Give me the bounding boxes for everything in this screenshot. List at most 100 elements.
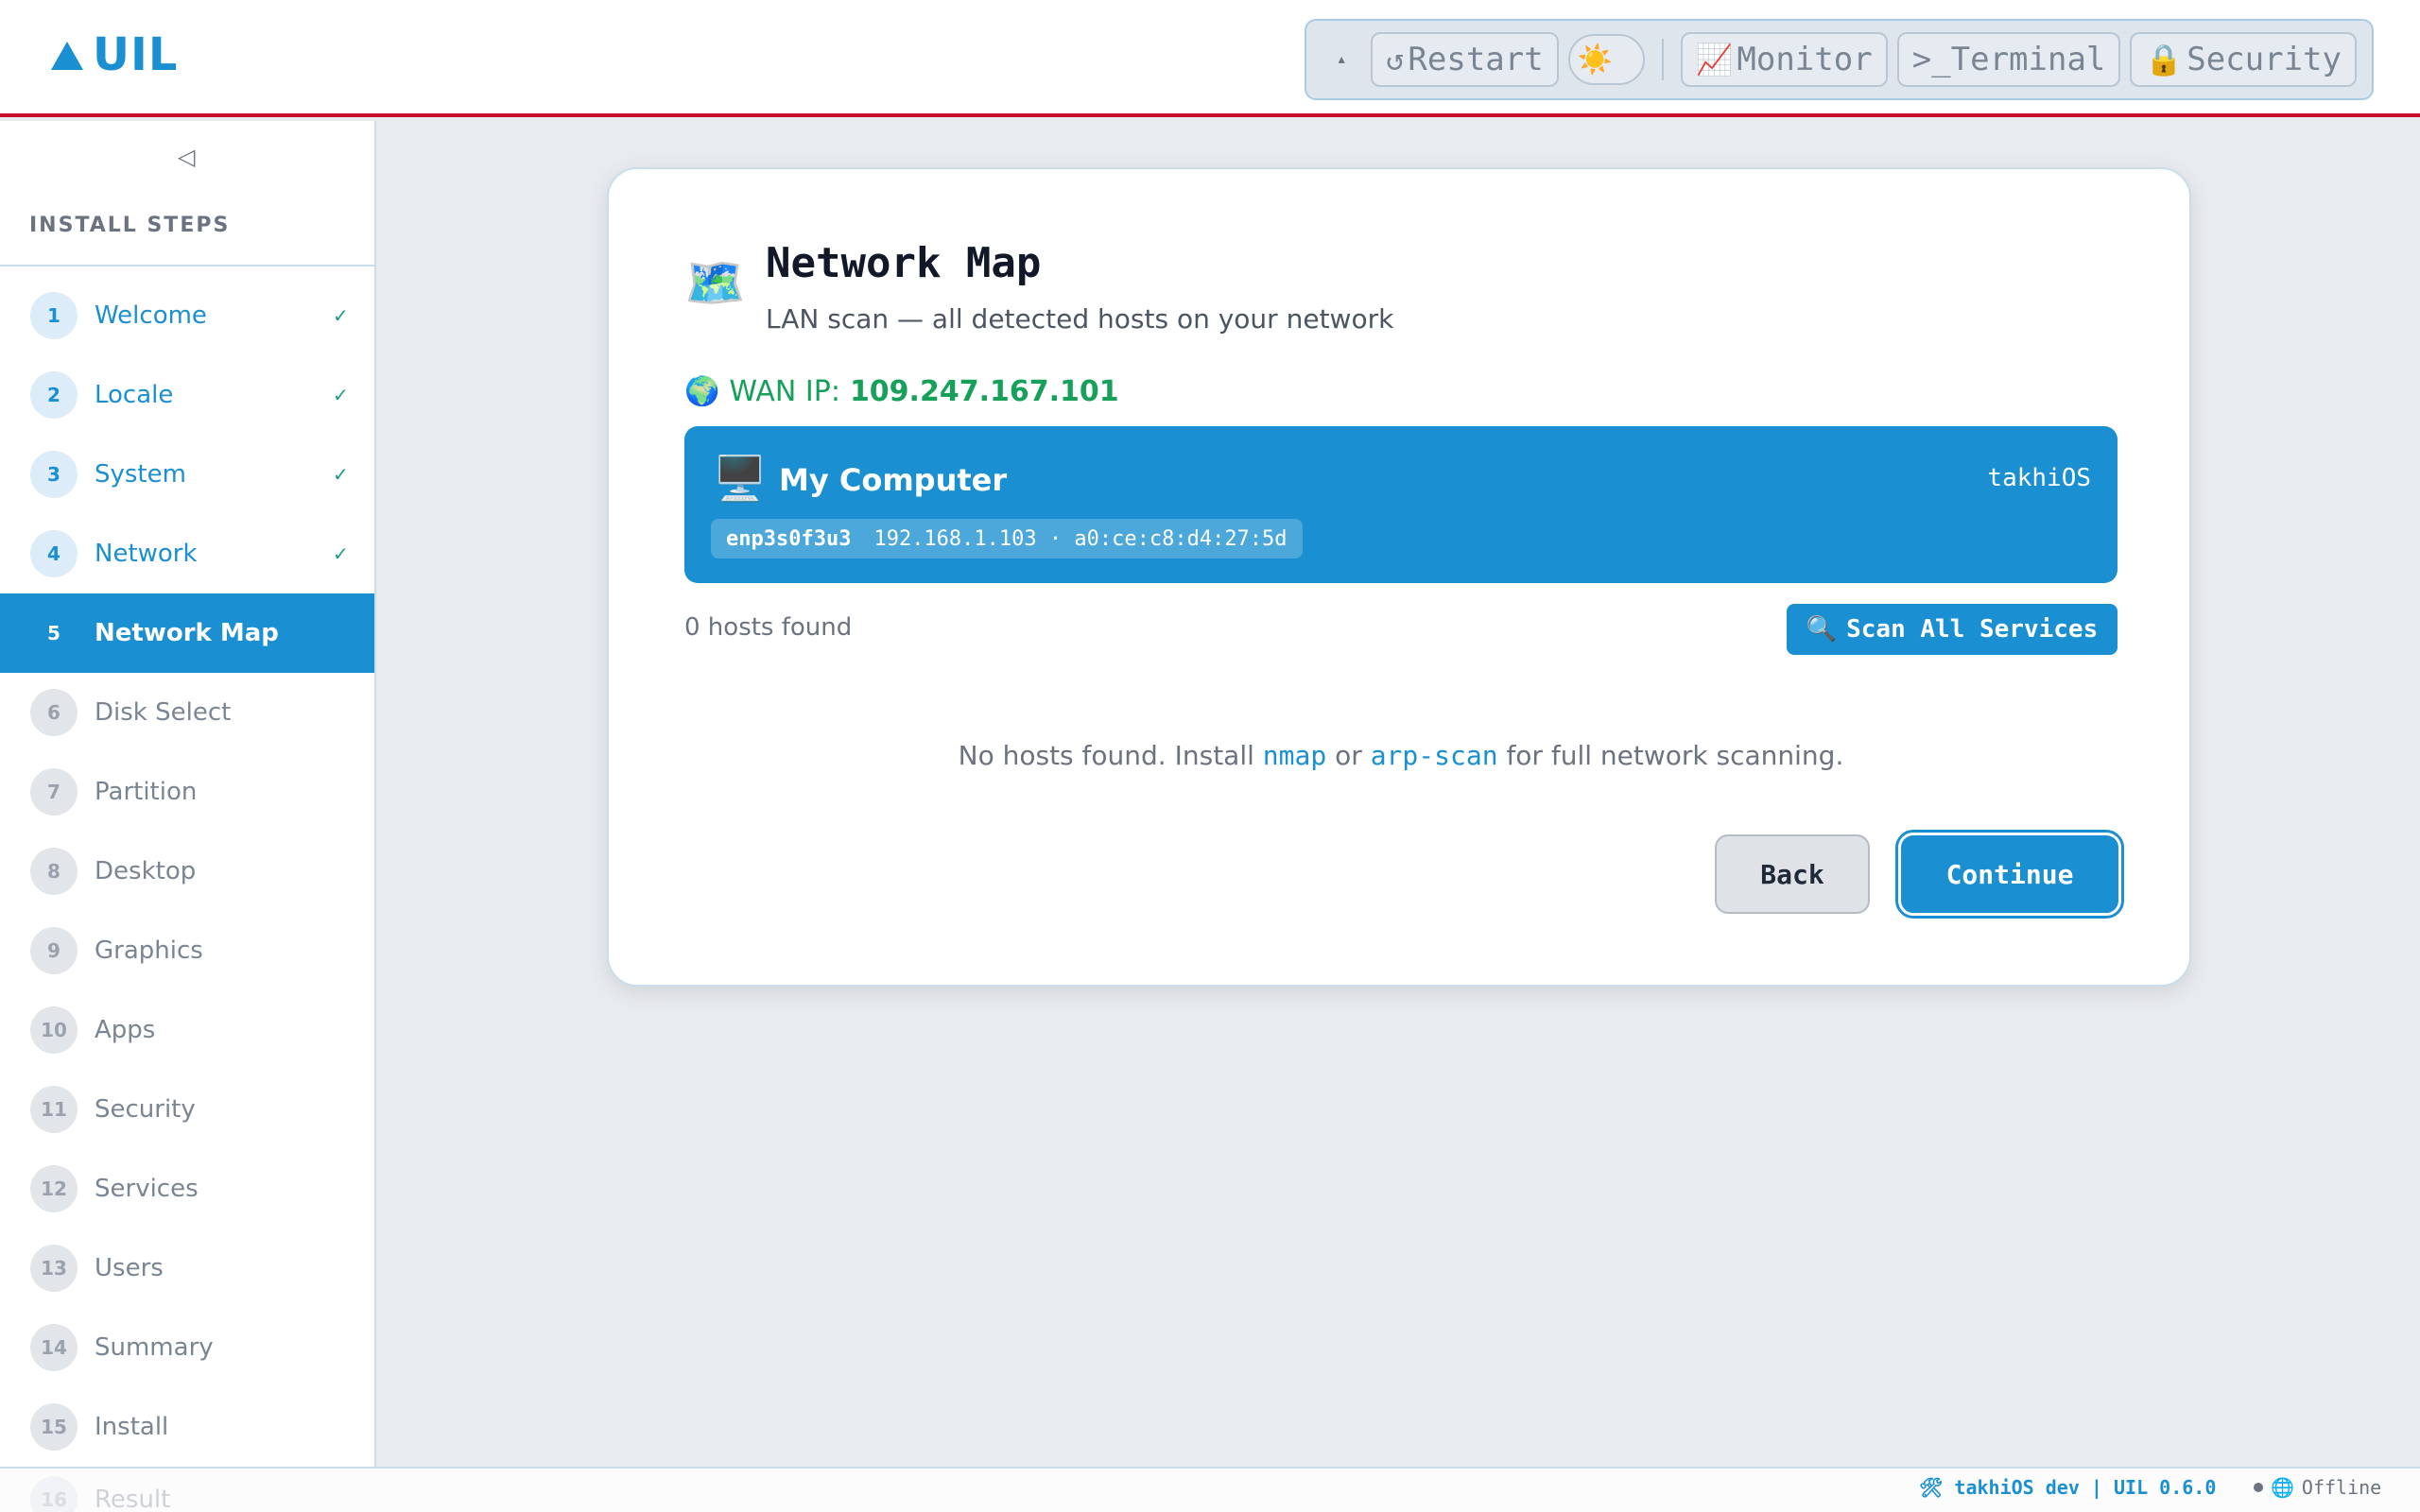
security-button[interactable]: 🔒 Security	[2130, 32, 2357, 87]
search-icon: 🔍	[1806, 615, 1838, 644]
network-status: 🌐 Offline	[2254, 1476, 2381, 1499]
toolbar: ▴ ↺ Restart ☀️ 📈 Monitor >_Terminal 🔒 Se…	[1305, 19, 2374, 100]
interface-address: 192.168.1.103 · a0:ce:c8:d4:27:5d	[873, 526, 1288, 551]
step-number: 4	[30, 530, 78, 577]
status-text: Offline	[2301, 1476, 2382, 1499]
map-icon: 🗺️	[684, 255, 746, 312]
network-map-card: 🗺️ Network Map LAN scan — all detected h…	[607, 167, 2191, 987]
sidebar-item-users[interactable]: 13 Users	[0, 1228, 374, 1308]
app-header: UIL ▴ ↺ Restart ☀️ 📈 Monitor >_Terminal …	[0, 0, 2420, 117]
step-number: 5	[47, 622, 60, 644]
sidebar-item-apps[interactable]: 10 Apps	[0, 990, 374, 1070]
wan-ip-value: 109.247.167.101	[849, 375, 1119, 408]
check-icon: ✓	[333, 384, 349, 406]
interface-badge: enp3s0f3u3 192.168.1.103 · a0:ce:c8:d4:2…	[711, 519, 1303, 558]
sidebar-item-locale[interactable]: 2 Locale ✓	[0, 355, 374, 435]
scan-label: Scan All Services	[1846, 615, 2099, 644]
scan-all-services-button[interactable]: 🔍 Scan All Services	[1787, 604, 2118, 655]
step-label: Welcome	[95, 301, 207, 330]
step-label: Desktop	[95, 857, 197, 885]
sidebar-item-disk-select[interactable]: 6 Disk Select	[0, 673, 374, 752]
sidebar-item-network[interactable]: 4 Network ✓	[0, 514, 374, 593]
globe-icon: 🌍	[684, 375, 720, 408]
step-number: 7	[30, 768, 78, 816]
sidebar-item-welcome[interactable]: 1 Welcome ✓	[0, 276, 374, 355]
step-label: Disk Select	[95, 698, 232, 727]
restart-icon: ↺	[1386, 42, 1405, 77]
step-label: Network Map	[95, 619, 279, 647]
step-label: Partition	[95, 778, 198, 806]
computer-icon: 🖥️	[713, 453, 768, 504]
globe-icon: 🌐	[2271, 1476, 2294, 1499]
theme-toggle[interactable]: ☀️	[1567, 34, 1645, 85]
step-number: 13	[30, 1245, 78, 1292]
step-label: Network	[95, 540, 198, 568]
sidebar-item-system[interactable]: 3 System ✓	[0, 435, 374, 514]
chart-icon: 📈	[1695, 42, 1734, 77]
sidebar-divider	[0, 265, 374, 266]
check-icon: ✓	[333, 304, 349, 327]
step-number: 1	[30, 292, 78, 339]
continue-button[interactable]: Continue	[1895, 830, 2124, 919]
security-label: Security	[2187, 41, 2342, 78]
step-label: Result	[95, 1486, 171, 1512]
no-hosts-middle: or	[1326, 740, 1371, 771]
step-label: System	[95, 460, 186, 489]
step-number: 6	[30, 689, 78, 736]
sidebar-item-install[interactable]: 15 Install	[0, 1387, 374, 1467]
step-label: Locale	[95, 381, 174, 409]
step-number: 8	[30, 848, 78, 895]
page-subtitle: LAN scan — all detected hosts on your ne…	[766, 303, 1394, 335]
logo-triangle-icon	[51, 42, 83, 70]
arp-scan-tool: arp-scan	[1370, 740, 1498, 771]
step-label: Graphics	[95, 936, 203, 965]
step-label: Services	[95, 1175, 199, 1203]
step-label: Users	[95, 1254, 164, 1282]
step-label: Security	[95, 1095, 196, 1124]
toolbar-divider	[1661, 39, 1664, 80]
step-number: 16	[30, 1476, 78, 1512]
nmap-tool: nmap	[1262, 740, 1327, 771]
step-number: 9	[30, 927, 78, 974]
wan-ip-row: 🌍 WAN IP: 109.247.167.101	[684, 375, 1119, 408]
step-number: 11	[30, 1086, 78, 1133]
sidebar-item-summary[interactable]: 14 Summary	[0, 1308, 374, 1387]
sidebar-title: INSTALL STEPS	[29, 214, 231, 237]
step-number: 15	[30, 1403, 78, 1451]
sidebar-item-partition[interactable]: 7 Partition	[0, 752, 374, 832]
status-dot-icon	[2254, 1483, 2263, 1492]
sidebar-item-result[interactable]: 16 Result	[30, 1476, 170, 1512]
page-title: Network Map	[766, 239, 1042, 287]
step-label: Install	[95, 1413, 169, 1441]
interface-name: enp3s0f3u3	[726, 526, 852, 551]
monitor-button[interactable]: 📈 Monitor	[1680, 32, 1888, 87]
step-number: 2	[30, 371, 78, 419]
wan-ip-label: WAN IP:	[729, 375, 840, 408]
no-hosts-suffix: for full network scanning.	[1497, 740, 1844, 771]
collapse-toolbar-icon[interactable]: ▴	[1322, 52, 1361, 67]
sun-icon: ☀️	[1577, 43, 1614, 77]
collapse-sidebar-icon[interactable]: ◁	[178, 144, 195, 170]
version-label: 🛠 takhiOS dev | UIL 0.6.0	[1919, 1476, 2217, 1499]
my-computer-card: 🖥️ My Computer takhiOS enp3s0f3u3 192.16…	[684, 426, 2118, 583]
back-button[interactable]: Back	[1715, 834, 1870, 914]
computer-os: takhiOS	[1987, 464, 2091, 492]
terminal-label: >_Terminal	[1911, 41, 2106, 78]
sidebar-item-desktop[interactable]: 8 Desktop	[0, 832, 374, 911]
logo-text: UIL	[93, 28, 179, 81]
lock-icon: 🔒	[2145, 42, 2184, 77]
restart-button[interactable]: ↺ Restart	[1371, 32, 1559, 87]
step-label: Summary	[95, 1333, 214, 1362]
terminal-button[interactable]: >_Terminal	[1896, 32, 2121, 87]
monitor-label: Monitor	[1737, 41, 1873, 78]
app-logo: UIL	[51, 28, 178, 81]
step-number: 14	[30, 1324, 78, 1371]
restart-label: Restart	[1408, 41, 1544, 78]
sidebar-item-graphics[interactable]: 9 Graphics	[0, 911, 374, 990]
step-label: Apps	[95, 1016, 156, 1044]
hosts-count: 0 hosts found	[684, 613, 853, 642]
sidebar-item-services[interactable]: 12 Services	[0, 1149, 374, 1228]
step-number: 10	[30, 1006, 78, 1054]
sidebar-item-network-map[interactable]: 5 Network Map	[0, 593, 374, 673]
sidebar-item-security[interactable]: 11 Security	[0, 1070, 374, 1149]
